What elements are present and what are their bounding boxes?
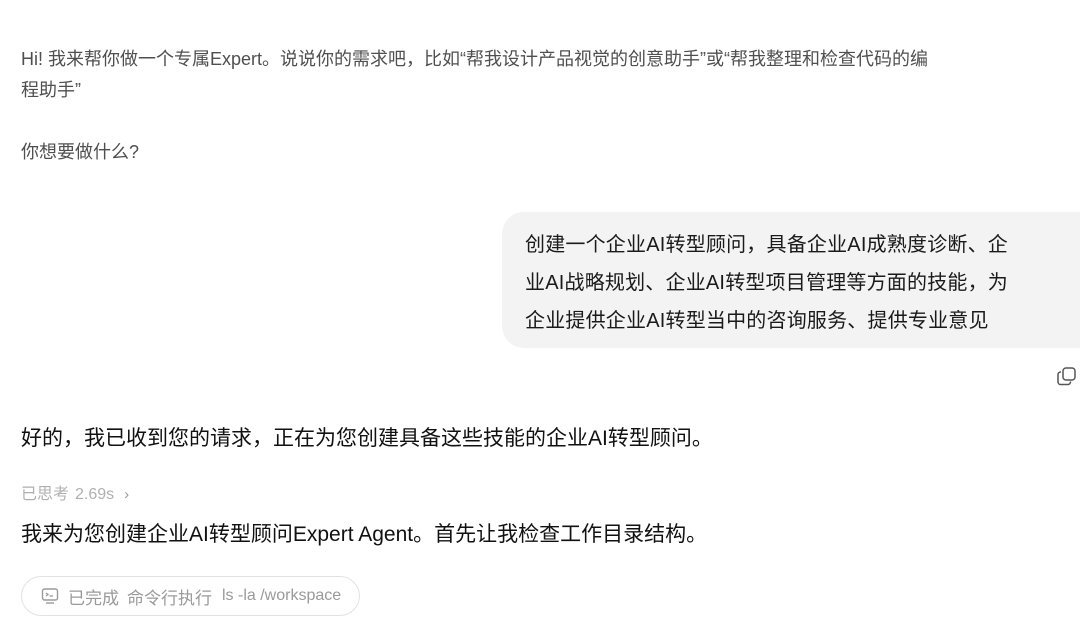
- chevron-right-icon: ›: [124, 486, 130, 503]
- assistant-reply: 好的，我已收到您的请求，正在为您创建具备这些技能的企业AI转型顾问。: [21, 427, 713, 450]
- copy-icon: [1057, 367, 1076, 386]
- tool-status: 已完成: [68, 588, 119, 608]
- user-message-bubble: 创建一个企业AI转型顾问，具备企业AI成熟度诊断、企 业AI战略规划、企业AI转…: [502, 212, 1080, 348]
- tool-call-chip[interactable]: 已完成 命令行执行 ls -la /workspace: [21, 576, 361, 616]
- copy-button[interactable]: [1055, 364, 1079, 388]
- thought-toggle[interactable]: 已思考 2.69s ›: [21, 484, 129, 506]
- welcome-line-2: 程助手”: [21, 80, 81, 100]
- tool-action: 命令行执行: [127, 588, 212, 608]
- terminal-icon: [41, 588, 59, 604]
- user-message-line-1: 创建一个企业AI转型顾问，具备企业AI成熟度诊断、企: [525, 234, 1008, 256]
- assistant-plan-text: 我来为您创建企业AI转型顾问Expert Agent。首先让我检查工作目录结构。: [21, 523, 708, 546]
- welcome-line-1: Hi! 我来帮你做一个专属Expert。说说你的需求吧，比如“帮我设计产品视觉的…: [21, 49, 929, 69]
- user-message-line-3: 企业提供企业AI转型当中的咨询服务、提供专业意见: [525, 310, 989, 332]
- chat-page: Hi! 我来帮你做一个专属Expert。说说你的需求吧，比如“帮我设计产品视觉的…: [0, 0, 1080, 629]
- thought-label: 已思考: [21, 486, 70, 503]
- assistant-welcome-message: Hi! 我来帮你做一个专属Expert。说说你的需求吧，比如“帮我设计产品视觉的…: [21, 44, 1071, 168]
- tool-command: ls -la /workspace: [222, 587, 342, 604]
- thought-time: 2.69s: [75, 486, 115, 503]
- welcome-question: 你想要做什么?: [21, 142, 140, 162]
- user-message-line-2: 业AI战略规划、企业AI转型项目管理等方面的技能，为: [525, 272, 1008, 294]
